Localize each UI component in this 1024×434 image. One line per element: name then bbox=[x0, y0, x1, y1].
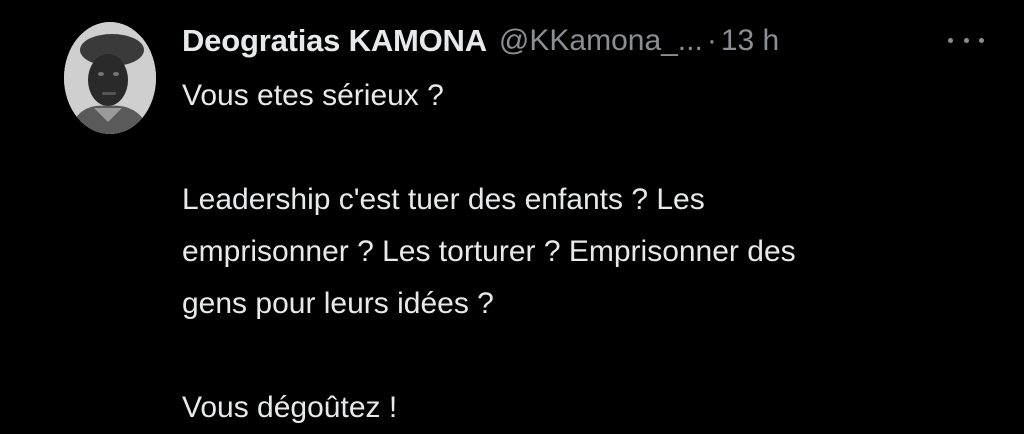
tweet-card[interactable]: Deogratias KAMONA @KKamona_... · 13 h Vo… bbox=[0, 0, 1024, 424]
avatar-image bbox=[64, 22, 156, 134]
tweet-line: gens pour leurs idées ? bbox=[182, 287, 494, 320]
tweet-timestamp[interactable]: 13 h bbox=[721, 24, 779, 58]
tweet-text: Vous etes sérieux ? Leadership c'est tue… bbox=[182, 70, 982, 434]
separator-dot: · bbox=[706, 24, 717, 57]
author-display-name[interactable]: Deogratias KAMONA bbox=[182, 23, 487, 59]
tweet-line: Vous etes sérieux ? bbox=[182, 79, 444, 112]
tweet-line: Vous dégoûtez ! bbox=[182, 391, 398, 424]
more-horizontal-icon[interactable] bbox=[948, 28, 984, 52]
tweet-line: emprisonner ? Les torturer ? Emprisonner… bbox=[182, 235, 796, 268]
avatar[interactable] bbox=[64, 22, 156, 134]
author-handle[interactable]: @KKamona_... bbox=[499, 24, 703, 58]
tweet-line: Leadership c'est tuer des enfants ? Les bbox=[182, 183, 705, 216]
tweet-header: Deogratias KAMONA @KKamona_... · 13 h bbox=[182, 18, 984, 64]
